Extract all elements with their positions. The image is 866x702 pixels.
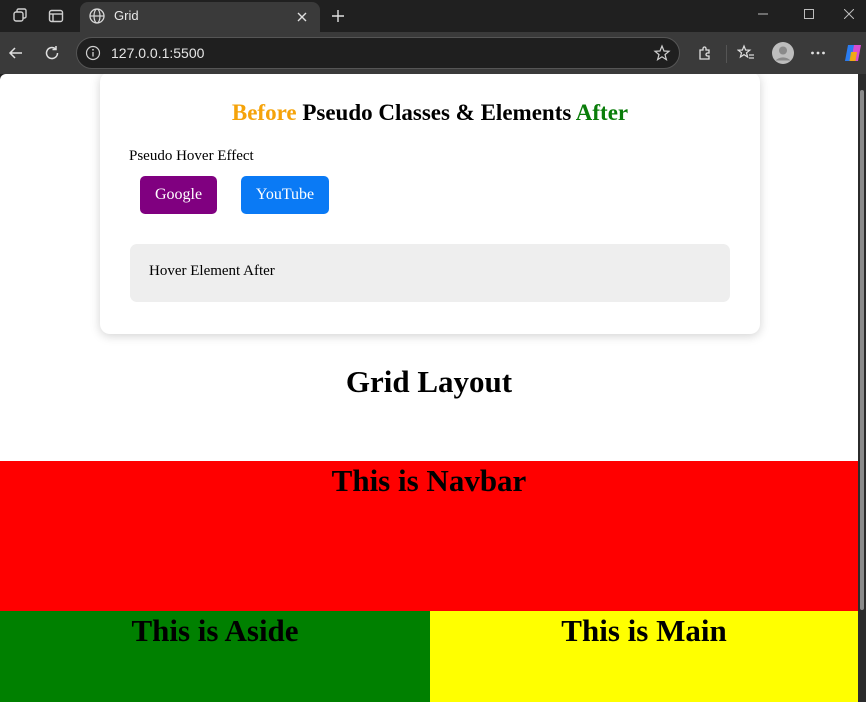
hover-effect-label: Pseudo Hover Effect <box>129 148 254 164</box>
grid-aside: This is Aside <box>0 611 430 702</box>
hover-element-text: Hover Element After <box>149 263 275 279</box>
google-button[interactable]: Google <box>140 176 217 214</box>
hover-element-box[interactable]: Hover Element After <box>130 244 730 302</box>
browser-tab-strip: Grid <box>0 0 866 32</box>
toolbar-divider <box>726 45 727 63</box>
tab-actions-icon[interactable] <box>44 4 68 28</box>
close-icon[interactable] <box>292 7 312 27</box>
favorite-star-icon[interactable] <box>653 44 671 62</box>
tab-grid[interactable]: Grid <box>80 2 320 32</box>
aside-text: This is Aside <box>131 613 299 648</box>
youtube-button[interactable]: YouTube <box>241 176 329 214</box>
info-icon[interactable] <box>85 45 101 61</box>
card-title: Before Pseudo Classes & Elements After <box>100 100 760 126</box>
title-after-text: After <box>575 100 629 125</box>
title-middle-text: Pseudo Classes & Elements <box>296 100 576 125</box>
window-close-icon[interactable] <box>832 0 866 28</box>
new-tab-icon[interactable] <box>326 4 350 28</box>
url-text: 127.0.0.1:5500 <box>111 45 205 61</box>
minimize-icon[interactable] <box>740 0 786 28</box>
more-icon[interactable] <box>806 41 830 65</box>
globe-icon <box>88 7 106 25</box>
profile-icon[interactable] <box>770 40 796 66</box>
maximize-icon[interactable] <box>786 0 832 28</box>
extensions-icon[interactable] <box>693 41 717 65</box>
back-icon[interactable] <box>4 41 28 65</box>
favorites-icon[interactable] <box>734 41 758 65</box>
scrollbar-thumb[interactable] <box>860 90 864 610</box>
browser-toolbar: 127.0.0.1:5500 <box>0 32 866 74</box>
address-bar[interactable]: 127.0.0.1:5500 <box>76 37 680 69</box>
workspaces-icon[interactable] <box>8 4 32 28</box>
grid-navbar: This is Navbar <box>0 461 858 611</box>
title-before-text: Before <box>231 100 297 125</box>
copilot-icon[interactable] <box>842 41 864 65</box>
navbar-text: This is Navbar <box>331 463 527 498</box>
page-viewport: Before Pseudo Classes & Elements After P… <box>0 74 858 702</box>
grid-layout-heading: Grid Layout <box>345 364 513 399</box>
main-text: This is Main <box>561 613 727 648</box>
grid-main: This is Main <box>430 611 858 702</box>
refresh-icon[interactable] <box>40 41 64 65</box>
pseudo-card: Before Pseudo Classes & Elements After P… <box>100 74 760 334</box>
tab-title: Grid <box>114 8 139 23</box>
